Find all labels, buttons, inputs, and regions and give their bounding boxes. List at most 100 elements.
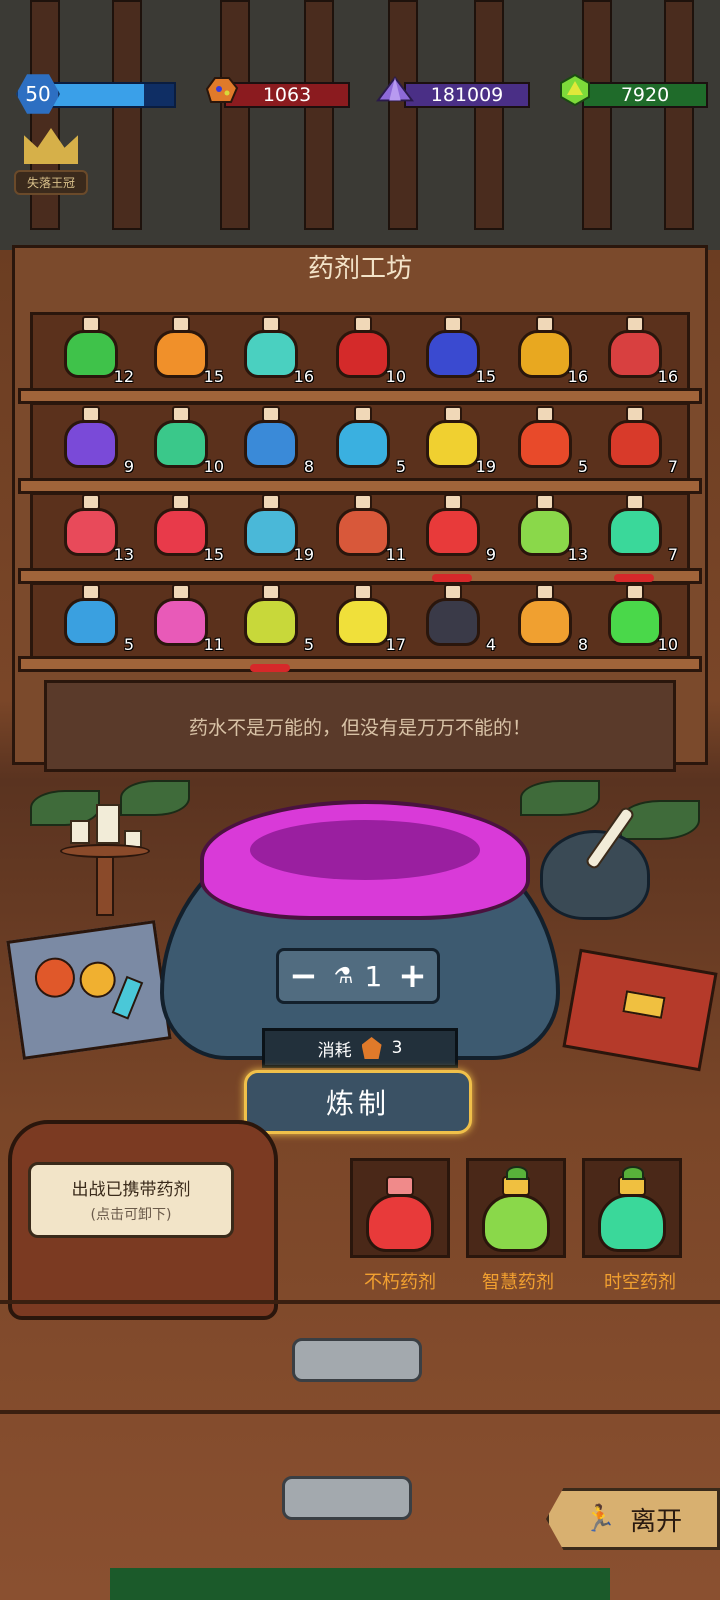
potion-bottle-icon [426, 508, 480, 556]
potion-count: 15 [475, 367, 496, 386]
potion-slot[interactable]: 15 [148, 494, 224, 566]
leave-label: 离开 [630, 1506, 683, 1537]
potion-count: 11 [385, 545, 406, 564]
potion-slot[interactable]: 9 [58, 406, 134, 478]
potion-bottle-icon [598, 1194, 666, 1252]
level-badge[interactable]: 50 [16, 74, 60, 114]
green-gem-counter: 7920 [582, 82, 708, 108]
potion-slot[interactable]: 5 [330, 406, 406, 478]
bag-note[interactable]: 出战已携带药剂 (点击可卸下) [28, 1162, 234, 1238]
potion-slot[interactable]: 16 [512, 316, 588, 388]
equipped-marker [250, 664, 290, 672]
potion-slot[interactable]: 10 [330, 316, 406, 388]
drawer-handle[interactable] [282, 1476, 412, 1520]
bag-title: 出战已携带药剂 [71, 1180, 191, 1200]
potion-slot[interactable]: 10 [148, 406, 224, 478]
potion-slot[interactable]: 7 [602, 406, 678, 478]
potion-slot[interactable]: 8 [512, 584, 588, 656]
carried-potion-icon[interactable] [364, 1166, 436, 1252]
carried-label-spacetime: 时空药剂 [604, 1272, 676, 1293]
carried-potion-icon[interactable] [596, 1166, 668, 1252]
potion-count: 19 [475, 457, 496, 476]
quantity-stepper: − ⚗ 1 + [276, 948, 440, 1004]
leave-button[interactable]: 🏃 离开 [546, 1488, 720, 1550]
potion-slot[interactable]: 9 [420, 494, 496, 582]
potion-count: 16 [293, 367, 314, 386]
wall-beam [582, 0, 612, 230]
cost-panel: 消耗 3 [262, 1028, 458, 1068]
wall-beam [304, 0, 334, 230]
potion-slot[interactable]: 10 [602, 584, 678, 656]
potion-slot[interactable]: 16 [602, 316, 678, 388]
potion-count: 10 [203, 457, 224, 476]
quantity-value: 1 [364, 959, 383, 993]
potion-bottle-icon [608, 508, 662, 556]
potion-bottle-icon [336, 420, 390, 468]
potion-count: 12 [113, 367, 134, 386]
potion-slot[interactable]: 17 [330, 584, 406, 656]
potion-slot[interactable]: 13 [58, 494, 134, 566]
potion-bottle-icon [608, 420, 662, 468]
wall-beam [112, 0, 142, 230]
potion-slot[interactable]: 5 [58, 584, 134, 656]
potion-slot[interactable]: 11 [330, 494, 406, 566]
potion-slot[interactable]: 15 [148, 316, 224, 388]
carried-label-wisdom: 智慧药剂 [482, 1272, 554, 1293]
potion-slot[interactable]: 7 [602, 494, 678, 582]
potion-count: 17 [385, 635, 406, 654]
potion-count: 7 [667, 545, 678, 564]
potion-slot[interactable]: 5 [238, 584, 314, 672]
potion-slot[interactable]: 8 [238, 406, 314, 478]
potion-slot[interactable]: 5 [512, 406, 588, 478]
potion-count: 16 [567, 367, 588, 386]
brew-button[interactable]: 炼制 [244, 1070, 472, 1134]
orange-ore-counter: 1063 [224, 82, 350, 108]
potion-bottle-icon [608, 330, 662, 378]
potion-count: 10 [385, 367, 406, 386]
decrease-button[interactable]: − [285, 956, 323, 996]
potion-slot[interactable]: 12 [58, 316, 134, 388]
potion-bottle-icon [64, 598, 118, 646]
background-wall [0, 0, 720, 245]
potion-bottle-icon [64, 420, 118, 468]
potion-bottle-icon [154, 508, 208, 556]
potion-slot[interactable]: 4 [420, 584, 496, 656]
potion-bottle-icon [426, 598, 480, 646]
potion-slot[interactable]: 16 [238, 316, 314, 388]
potion-slot[interactable]: 15 [420, 316, 496, 388]
shelf-plank [18, 656, 702, 672]
potion-slot[interactable]: 19 [420, 406, 496, 478]
orange-ore-icon [202, 72, 240, 108]
potion-count: 5 [303, 635, 314, 654]
sprout-icon [622, 1166, 644, 1180]
potion-slot[interactable]: 11 [148, 584, 224, 656]
potion-bottle-neck [386, 1176, 414, 1196]
cauldron-liquid [250, 820, 480, 880]
potion-count: 10 [657, 635, 678, 654]
lost-crown-button[interactable]: 失落王冠 [14, 128, 88, 198]
potion-slot[interactable]: 19 [238, 494, 314, 566]
potion-count: 19 [293, 545, 314, 564]
mortar-bowl-decoration [540, 805, 650, 920]
running-man-icon: 🏃 [583, 1504, 617, 1534]
potion-bottle-icon [426, 330, 480, 378]
potion-bottle-icon [244, 598, 298, 646]
drawer-divider [0, 1410, 720, 1414]
wall-beam [388, 0, 418, 230]
wall-beam [474, 0, 504, 230]
carried-potion-icon[interactable] [480, 1166, 552, 1252]
potion-count: 13 [567, 545, 588, 564]
purple-crystal-icon [376, 72, 414, 108]
game-screen: 50 1063 181009 7920 失落王冠 药剂工坊 12 15 16 1… [0, 0, 720, 1600]
potion-count: 7 [667, 457, 678, 476]
potion-bottle-icon [244, 420, 298, 468]
increase-button[interactable]: + [393, 956, 431, 996]
potion-count: 9 [123, 457, 134, 476]
potion-slot[interactable]: 13 [512, 494, 588, 566]
drawer-handle[interactable] [292, 1338, 422, 1382]
potion-count: 9 [485, 545, 496, 564]
potion-bottle-icon [518, 330, 572, 378]
wall-beam [664, 0, 694, 230]
potion-bottle-icon [366, 1194, 434, 1252]
green-gem-value: 7920 [620, 84, 670, 106]
